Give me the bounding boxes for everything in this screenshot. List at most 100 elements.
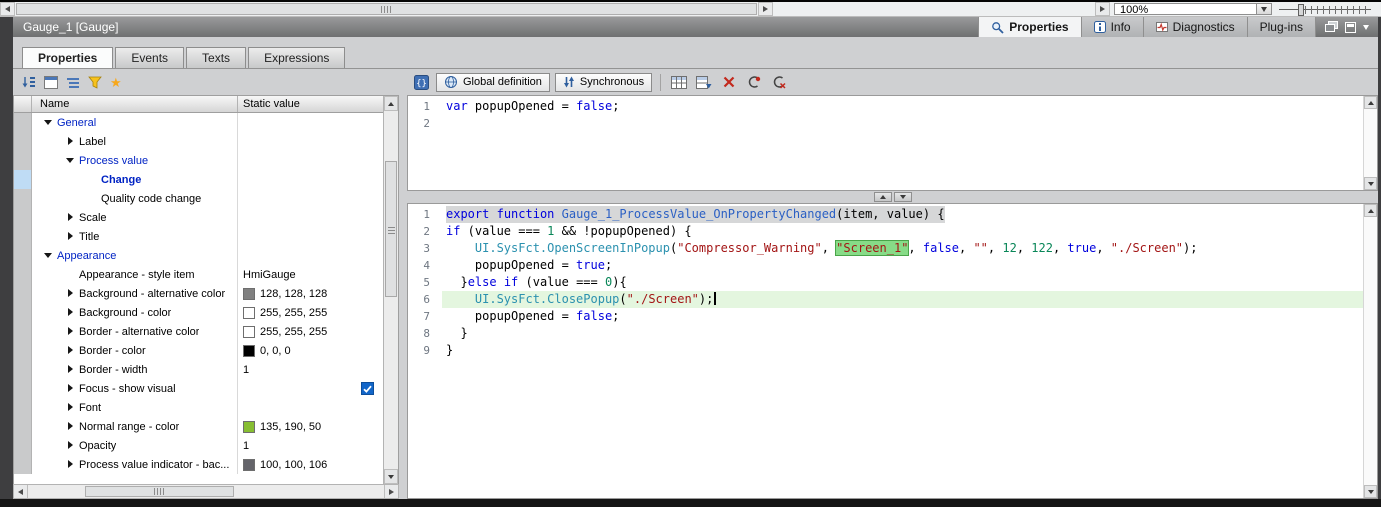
expand-arrow-icon[interactable] bbox=[66, 422, 75, 431]
event-handler-code[interactable]: 1export function Gauge_1_ProcessValue_On… bbox=[408, 204, 1363, 498]
property-name-cell[interactable]: Border - color bbox=[32, 341, 238, 360]
property-value-cell[interactable] bbox=[238, 170, 383, 189]
collapse-down-icon[interactable] bbox=[894, 192, 912, 202]
zoom-dropdown-arrow-icon[interactable] bbox=[1256, 4, 1271, 14]
tab-texts[interactable]: Texts bbox=[186, 47, 246, 68]
vscrollbar-track[interactable] bbox=[384, 111, 398, 469]
code-line[interactable]: 1export function Gauge_1_ProcessValue_On… bbox=[408, 206, 1363, 223]
hscrollbar-thumb[interactable] bbox=[16, 3, 757, 15]
expand-arrow-icon[interactable] bbox=[66, 137, 75, 146]
script-icon[interactable]: {} bbox=[411, 73, 431, 92]
table-icon[interactable] bbox=[669, 73, 689, 92]
property-value-cell[interactable]: 255, 255, 255 bbox=[238, 322, 383, 341]
property-name-cell[interactable]: Quality code change bbox=[32, 189, 238, 208]
zoom-slider-thumb[interactable] bbox=[1298, 4, 1304, 16]
expand-arrow-icon[interactable] bbox=[66, 289, 75, 298]
property-value-cell[interactable] bbox=[238, 151, 383, 170]
tab-diagnostics-pane[interactable]: Diagnostics bbox=[1143, 17, 1247, 37]
expand-arrow-icon[interactable] bbox=[66, 213, 75, 222]
code-line[interactable]: 4 popupOpened = true; bbox=[408, 257, 1363, 274]
hscrollbar2-track[interactable] bbox=[773, 2, 1095, 16]
property-value-cell[interactable]: 255, 255, 255 bbox=[238, 303, 383, 322]
delete-icon[interactable] bbox=[719, 73, 739, 92]
global-definition-code[interactable]: 1var popupOpened = false;2 bbox=[408, 96, 1363, 190]
event-handler-editor[interactable]: 1export function Gauge_1_ProcessValue_On… bbox=[407, 203, 1378, 499]
property-value-cell[interactable] bbox=[238, 379, 383, 398]
property-name-cell[interactable]: Change bbox=[32, 170, 238, 189]
code-line[interactable]: 8 } bbox=[408, 325, 1363, 342]
code-line[interactable]: 6 UI.SysFct.ClosePopup("./Screen"); bbox=[408, 291, 1363, 308]
favorites-star-icon[interactable]: ★ bbox=[110, 76, 122, 89]
expand-arrow-icon[interactable] bbox=[66, 384, 75, 393]
hscroll2-right-arrow[interactable] bbox=[1095, 2, 1110, 16]
collapse-arrow-icon[interactable] bbox=[66, 156, 75, 165]
expand-arrow-icon[interactable] bbox=[66, 441, 75, 450]
property-row[interactable]: Border - width1 bbox=[14, 360, 383, 379]
zoom-select[interactable]: 100% bbox=[1114, 3, 1272, 15]
collapse-arrow-icon[interactable] bbox=[44, 118, 53, 127]
property-value-cell[interactable]: 1 bbox=[238, 360, 383, 379]
property-row[interactable]: Scale bbox=[14, 208, 383, 227]
expand-arrow-icon[interactable] bbox=[66, 403, 75, 412]
property-row[interactable]: Background - color255, 255, 255 bbox=[14, 303, 383, 322]
scroll-down-arrow[interactable] bbox=[1364, 485, 1377, 498]
scroll-down-arrow[interactable] bbox=[384, 469, 398, 484]
vscrollbar-thumb[interactable] bbox=[385, 161, 397, 297]
scroll-up-arrow[interactable] bbox=[1364, 96, 1377, 109]
property-value-cell[interactable] bbox=[238, 246, 383, 265]
property-value-cell[interactable]: 100, 100, 106 bbox=[238, 455, 383, 474]
property-row[interactable]: Normal range - color135, 190, 50 bbox=[14, 417, 383, 436]
property-table-hscrollbar[interactable] bbox=[13, 484, 399, 499]
collapse-arrow-icon[interactable] bbox=[44, 251, 53, 260]
synchronous-button[interactable]: Synchronous bbox=[555, 73, 652, 92]
column-header-static-value[interactable]: Static value bbox=[238, 96, 383, 112]
global-definition-button[interactable]: Global definition bbox=[436, 73, 550, 92]
tab-plugins-pane[interactable]: Plug-ins bbox=[1247, 17, 1315, 37]
hscroll-left-arrow[interactable] bbox=[0, 2, 15, 16]
code-line[interactable]: 9} bbox=[408, 342, 1363, 359]
column-header-name[interactable]: Name bbox=[32, 96, 238, 112]
zoom-slider[interactable] bbox=[1279, 2, 1371, 16]
property-name-cell[interactable]: Appearance - style item bbox=[32, 265, 238, 284]
property-row[interactable]: Background - alternative color128, 128, … bbox=[14, 284, 383, 303]
list-view-icon[interactable] bbox=[66, 76, 80, 89]
scroll-up-arrow[interactable] bbox=[384, 96, 398, 111]
expand-arrow-icon[interactable] bbox=[66, 346, 75, 355]
property-name-cell[interactable]: Font bbox=[32, 398, 238, 417]
property-value-cell[interactable]: 1 bbox=[238, 436, 383, 455]
editor-splitter[interactable] bbox=[407, 191, 1378, 203]
sort-icon[interactable] bbox=[21, 75, 36, 89]
expand-arrow-icon[interactable] bbox=[66, 308, 75, 317]
property-name-cell[interactable]: General bbox=[32, 113, 238, 132]
property-name-cell[interactable]: Focus - show visual bbox=[32, 379, 238, 398]
property-name-cell[interactable]: Title bbox=[32, 227, 238, 246]
chevron-down-icon[interactable] bbox=[1363, 25, 1369, 30]
checkbox-checked[interactable] bbox=[361, 382, 374, 395]
property-value-cell[interactable] bbox=[238, 227, 383, 246]
property-row[interactable]: Label bbox=[14, 132, 383, 151]
property-name-cell[interactable]: Background - color bbox=[32, 303, 238, 322]
collapse-pane-icon[interactable] bbox=[1345, 22, 1356, 33]
property-name-cell[interactable]: Appearance bbox=[32, 246, 238, 265]
function-editor-scrollbar[interactable] bbox=[1363, 204, 1377, 498]
property-name-cell[interactable]: Border - width bbox=[32, 360, 238, 379]
property-row[interactable]: Change bbox=[14, 170, 383, 189]
scroll-up-arrow[interactable] bbox=[1364, 204, 1377, 217]
global-editor-scrollbar[interactable] bbox=[1363, 96, 1377, 190]
property-row[interactable]: Process value bbox=[14, 151, 383, 170]
property-name-cell[interactable]: Opacity bbox=[32, 436, 238, 455]
expand-arrow-icon[interactable] bbox=[66, 327, 75, 336]
property-value-cell[interactable]: 0, 0, 0 bbox=[238, 341, 383, 360]
check-call-icon[interactable] bbox=[744, 73, 764, 92]
scroll-down-arrow[interactable] bbox=[1364, 177, 1377, 190]
code-line[interactable]: 2if (value === 1 && !popupOpened) { bbox=[408, 223, 1363, 240]
property-row[interactable]: Appearance - style itemHmiGauge bbox=[14, 265, 383, 284]
property-value-cell[interactable] bbox=[238, 132, 383, 151]
property-row[interactable]: Appearance bbox=[14, 246, 383, 265]
tab-events[interactable]: Events bbox=[115, 47, 184, 68]
tab-properties[interactable]: Properties bbox=[22, 47, 113, 68]
hscrollbar-track[interactable] bbox=[28, 485, 384, 498]
filter-funnel-icon[interactable] bbox=[88, 76, 102, 89]
property-value-cell[interactable]: 135, 190, 50 bbox=[238, 417, 383, 436]
cascade-windows-icon[interactable] bbox=[1325, 21, 1338, 33]
